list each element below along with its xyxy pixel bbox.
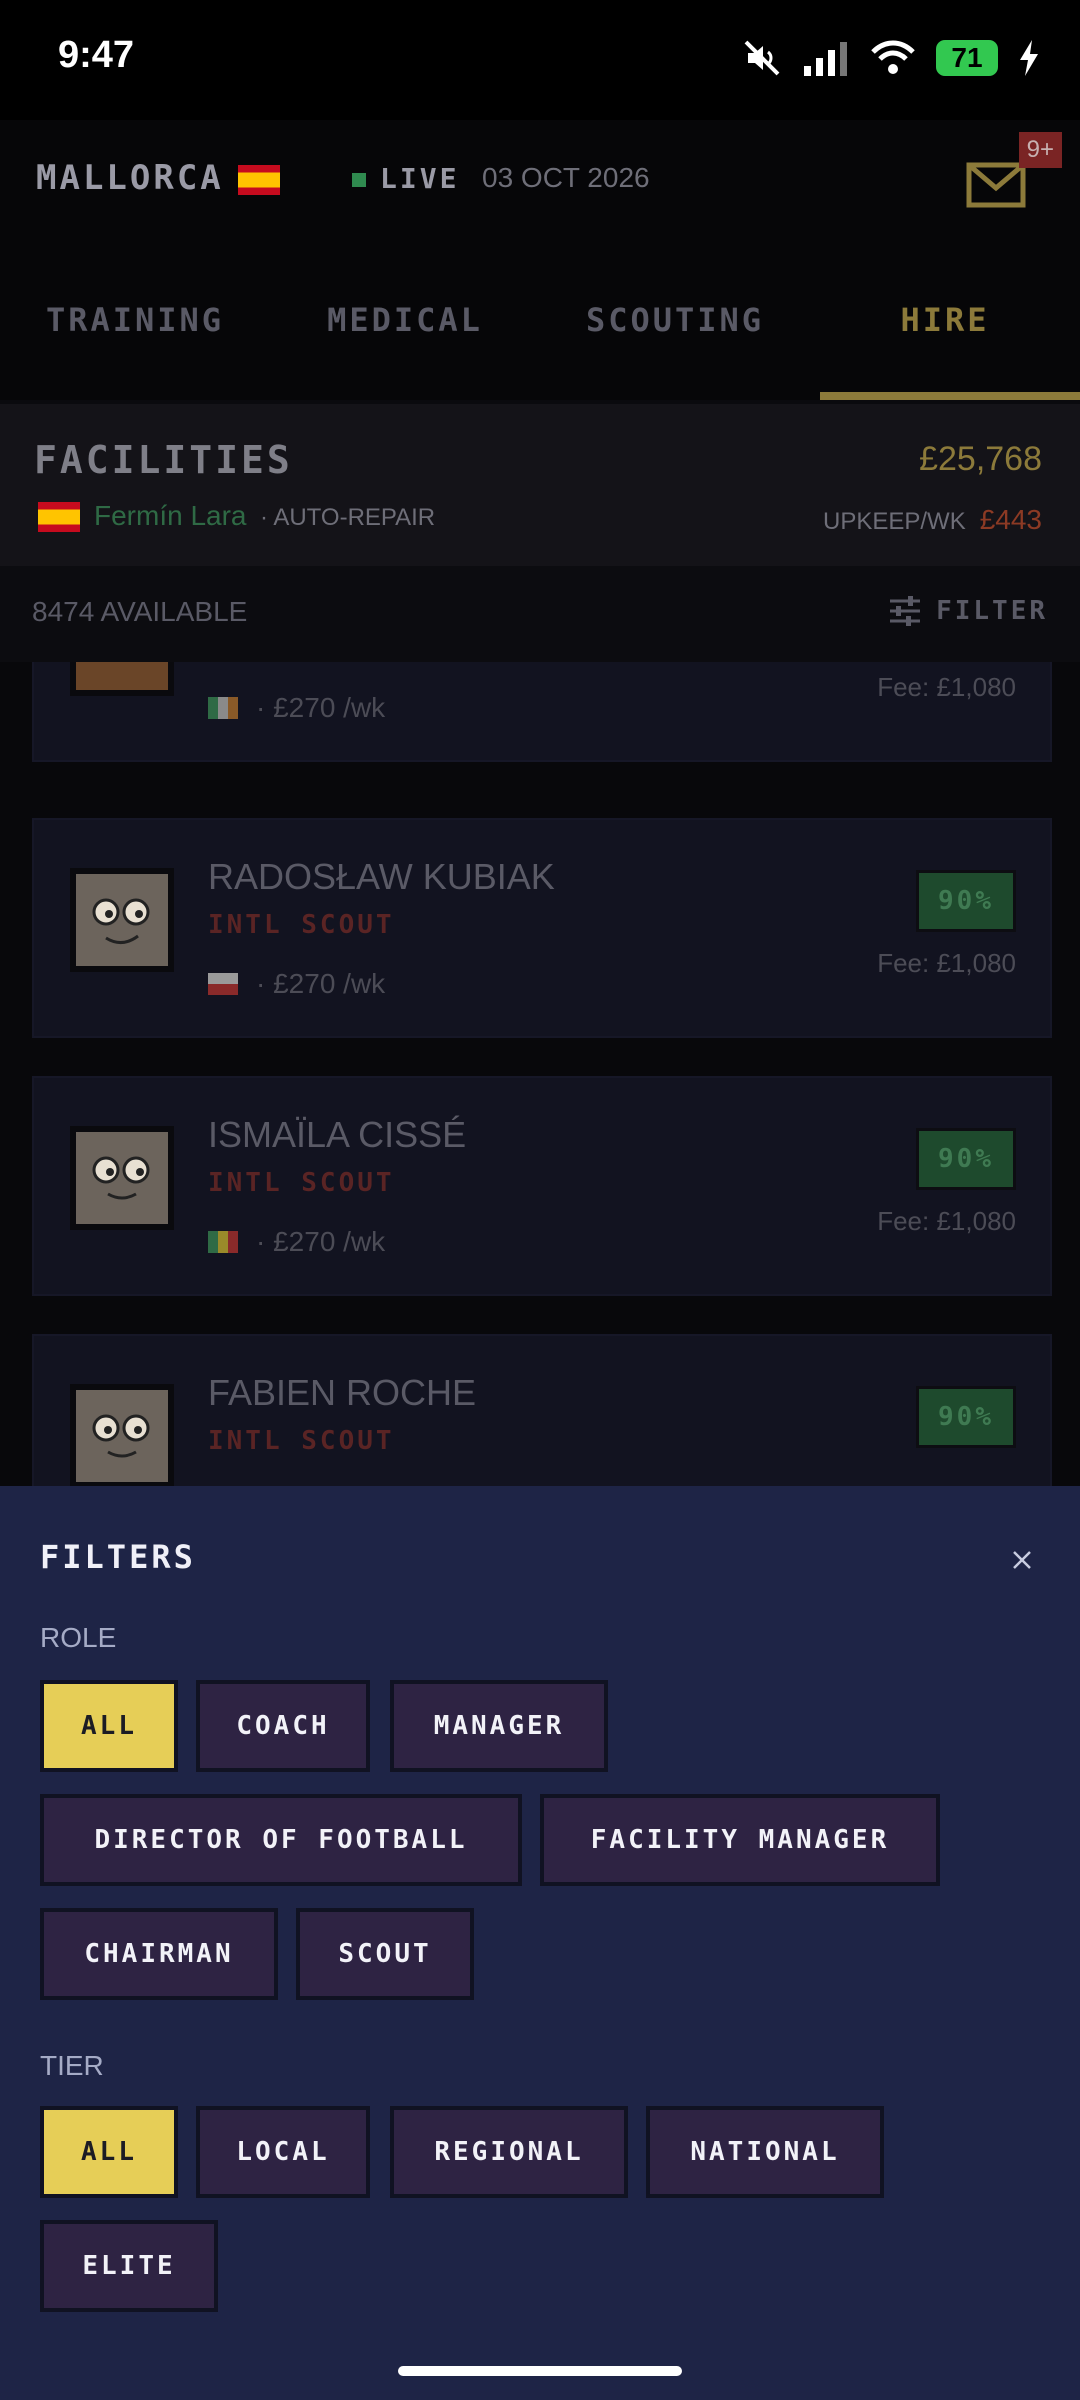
auto-repair-tag: · AUTO-REPAIR bbox=[260, 504, 436, 531]
sliders-icon bbox=[890, 596, 921, 626]
candidate-rating: 90% bbox=[916, 870, 1016, 932]
mute-icon bbox=[744, 40, 780, 76]
candidate-name: ISMAÏLA CISSÉ bbox=[208, 1114, 467, 1155]
candidate-card[interactable]: FABIEN ROCHE INTL SCOUT 90% bbox=[32, 1334, 1052, 1486]
live-indicator-dot bbox=[352, 173, 366, 187]
tab-medical[interactable]: MEDICAL bbox=[270, 240, 540, 400]
candidate-name: RADOSŁAW KUBIAK bbox=[208, 856, 555, 897]
facility-manager-name: Fermín Lara bbox=[94, 500, 247, 531]
upkeep-label: UPKEEP/WK bbox=[823, 508, 966, 535]
tier-chip-elite[interactable]: ELITE bbox=[40, 2220, 218, 2312]
filters-sheet: FILTERS ROLE ALL COACH MANAGER DIRECTOR … bbox=[0, 1486, 1080, 2400]
signal-icon bbox=[804, 42, 847, 76]
avatar bbox=[70, 662, 174, 696]
wifi-icon bbox=[871, 40, 915, 74]
notification-badge: 9+ bbox=[1018, 132, 1062, 168]
tab-hire[interactable]: HIRE bbox=[810, 240, 1080, 400]
list-toolbar: 8474 AVAILABLE FILTER bbox=[0, 566, 1080, 662]
spain-flag-icon bbox=[38, 502, 80, 532]
tier-chip-local[interactable]: LOCAL bbox=[196, 2106, 370, 2198]
senegal-flag-icon bbox=[208, 1231, 238, 1253]
candidate-card[interactable]: INTL SCOUT · £270 /wk Fee: £1,080 bbox=[32, 662, 1052, 762]
home-indicator[interactable] bbox=[398, 2366, 682, 2376]
upkeep-value: £443 bbox=[979, 504, 1042, 535]
ireland-flag-icon bbox=[208, 697, 238, 719]
role-chip-coach[interactable]: COACH bbox=[196, 1680, 370, 1772]
candidate-name: FABIEN ROCHE bbox=[208, 1372, 477, 1413]
tab-training[interactable]: TRAINING bbox=[0, 240, 270, 400]
status-bar: 9:47 71 bbox=[0, 0, 1080, 120]
role-chip-facility-manager[interactable]: FACILITY MANAGER bbox=[540, 1794, 940, 1886]
role-label: ROLE bbox=[40, 1622, 117, 1653]
candidate-rating: 90% bbox=[916, 1128, 1016, 1190]
close-icon bbox=[1013, 1551, 1031, 1569]
candidate-wage: · £270 /wk bbox=[208, 692, 385, 724]
tier-label: TIER bbox=[40, 2050, 104, 2081]
role-chip-all[interactable]: ALL bbox=[40, 1680, 178, 1772]
battery-indicator: 71 bbox=[936, 40, 998, 76]
mail-icon bbox=[966, 162, 1026, 208]
upkeep-info: UPKEEP/WK £443 bbox=[823, 504, 1042, 536]
candidate-role: INTL SCOUT bbox=[208, 910, 395, 940]
facilities-title: FACILITIES bbox=[34, 438, 293, 482]
tier-chip-all[interactable]: ALL bbox=[40, 2106, 178, 2198]
tier-chip-national[interactable]: NATIONAL bbox=[646, 2106, 884, 2198]
facilities-panel: FACILITIES £25,768 Fermín Lara · AUTO-RE… bbox=[0, 404, 1080, 566]
role-chip-director-of-football[interactable]: DIRECTOR OF FOOTBALL bbox=[40, 1794, 522, 1886]
available-count: 8474 AVAILABLE bbox=[32, 596, 248, 627]
avatar bbox=[70, 1126, 174, 1230]
face-icon bbox=[92, 1414, 150, 1458]
candidate-fee: Fee: £1,080 bbox=[877, 948, 1016, 978]
candidate-rating: 90% bbox=[916, 1386, 1016, 1448]
avatar bbox=[70, 868, 174, 972]
filters-title: FILTERS bbox=[40, 1538, 196, 1576]
live-label: LIVE bbox=[380, 162, 460, 195]
role-chip-chairman[interactable]: CHAIRMAN bbox=[40, 1908, 278, 2000]
candidate-list[interactable]: INTL SCOUT · £270 /wk Fee: £1,080 RADOSŁ… bbox=[0, 662, 1080, 1486]
charging-bolt-icon bbox=[1020, 40, 1038, 76]
candidate-wage: · £270 /wk bbox=[208, 1226, 385, 1258]
tier-chip-regional[interactable]: REGIONAL bbox=[390, 2106, 628, 2198]
candidate-role: INTL SCOUT bbox=[208, 1426, 395, 1456]
candidate-role: INTL SCOUT bbox=[208, 662, 395, 664]
role-chip-manager[interactable]: MANAGER bbox=[390, 1680, 608, 1772]
close-button[interactable] bbox=[1000, 1538, 1044, 1582]
app-header: MALLORCA LIVE 03 OCT 2026 9+ bbox=[0, 120, 1080, 240]
avatar bbox=[70, 1384, 174, 1486]
club-balance: £25,768 bbox=[919, 440, 1042, 478]
status-time: 9:47 bbox=[58, 34, 135, 76]
candidate-wage: · £270 /wk bbox=[208, 968, 385, 1000]
game-date: 03 OCT 2026 bbox=[482, 162, 650, 193]
filter-button[interactable]: FILTER bbox=[888, 594, 1048, 628]
candidate-fee: Fee: £1,080 bbox=[877, 1206, 1016, 1236]
candidate-card[interactable]: RADOSŁAW KUBIAK INTL SCOUT · £270 /wk 90… bbox=[32, 818, 1052, 1038]
candidate-card[interactable]: ISMAÏLA CISSÉ INTL SCOUT · £270 /wk 90% … bbox=[32, 1076, 1052, 1296]
role-chip-scout[interactable]: SCOUT bbox=[296, 1908, 474, 2000]
tab-scouting[interactable]: SCOUTING bbox=[540, 240, 810, 400]
face-icon bbox=[92, 1156, 150, 1200]
candidate-fee: Fee: £1,080 bbox=[877, 672, 1016, 702]
candidate-role: INTL SCOUT bbox=[208, 1168, 395, 1198]
poland-flag-icon bbox=[208, 973, 238, 995]
club-name: MALLORCA bbox=[36, 158, 280, 198]
face-icon bbox=[92, 898, 150, 944]
tab-bar: TRAINING MEDICAL SCOUTING HIRE bbox=[0, 240, 1080, 400]
spain-flag-icon bbox=[237, 164, 280, 195]
status-icons: 71 bbox=[742, 36, 1040, 80]
